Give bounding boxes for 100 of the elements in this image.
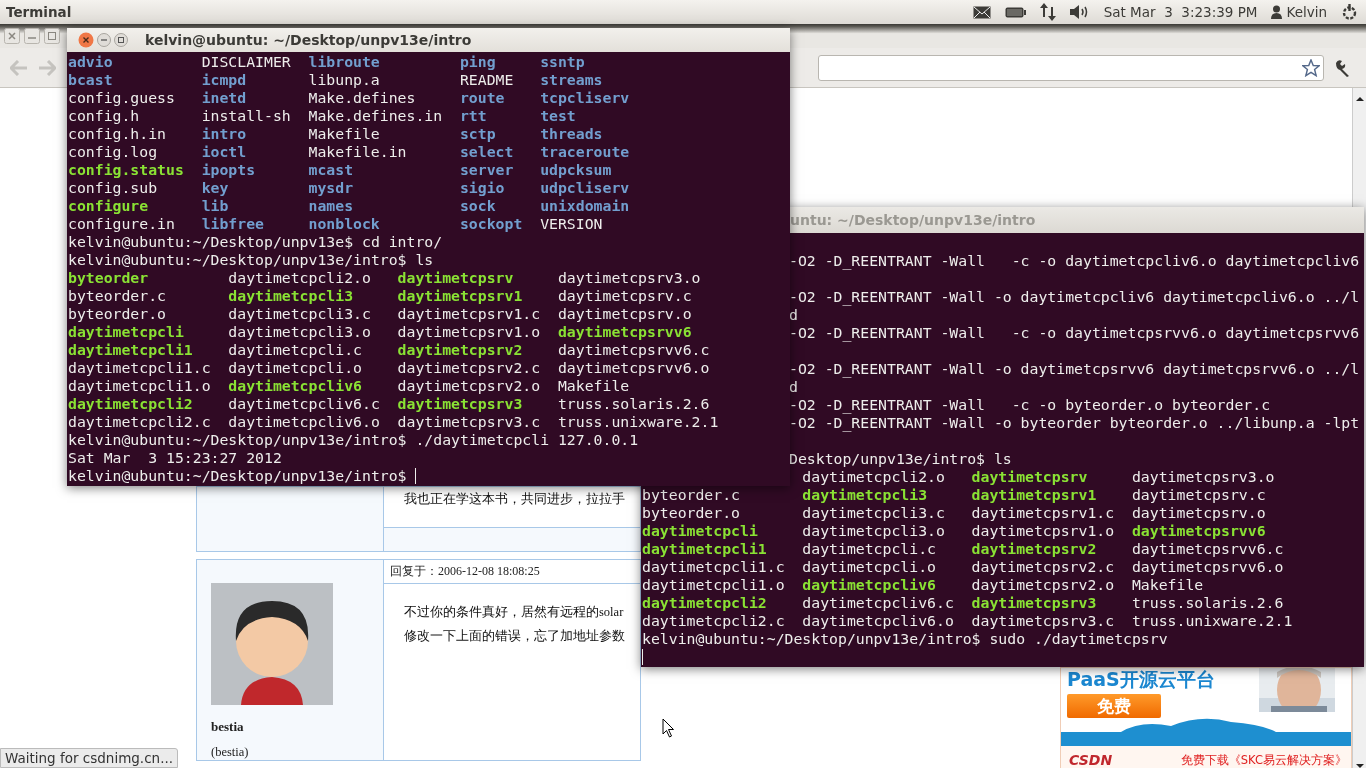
file-name: sctp — [459, 125, 497, 143]
file-name: Makefile.in — [308, 143, 408, 161]
file-name: daytimetcpcli2.o — [802, 468, 946, 486]
maximize-icon[interactable] — [44, 28, 60, 44]
file-name: udpcliserv — [540, 179, 631, 197]
file-name: daytimetcpcli1.c — [68, 359, 212, 377]
close-icon[interactable] — [78, 32, 94, 48]
file-name: daytimetcpsrv1 — [397, 287, 524, 305]
file-name: daytimetcpsrv1.c — [971, 504, 1116, 522]
file-name: daytimetcpcliv6.o — [228, 413, 381, 431]
file-name: truss.solaris.2.6 — [557, 395, 711, 413]
user-icon — [1271, 5, 1283, 19]
file-name: daytimetcpsrvv6.o — [557, 359, 711, 377]
file-name: rtt — [459, 107, 488, 125]
ad-text[interactable]: 免费下载《SKC易云解决方案》 — [1180, 752, 1347, 768]
file-name: daytimetcpsrv3.c — [971, 612, 1116, 630]
file-name: advio — [68, 53, 114, 71]
power-icon[interactable] — [1341, 3, 1358, 21]
file-name: libunp.a — [308, 71, 381, 89]
terminal-line: -O2 -D_REENTRANT -Wall -c -o daytimetcpsrvv6.o daytimetcpsrvv6 — [789, 324, 1360, 342]
file-name: daytimetcpsrvv6.c — [557, 341, 711, 359]
file-name: nonblock — [308, 215, 381, 233]
status-bubble: Waiting for csdnimg.cn... — [0, 748, 179, 768]
wrench-icon[interactable] — [1334, 58, 1352, 77]
volume-icon[interactable] — [1069, 5, 1090, 19]
file-name: config.sub — [68, 179, 159, 197]
terminal-line: -O2 -D_REENTRANT -Wall -o byteorder byteorder.o ../libunp.a -lpt — [789, 414, 1360, 432]
file-name: daytimetcpsrv2 — [397, 341, 524, 359]
maximize-icon[interactable] — [114, 33, 128, 47]
file-name: daytimetcpsrv1.c — [397, 305, 542, 323]
file-name: Makefile — [308, 125, 381, 143]
file-name: traceroute — [540, 143, 631, 161]
file-name: daytimetcpcli1.o — [68, 377, 212, 395]
file-name: daytimetcpcli1 — [642, 540, 768, 558]
post-text: 不过你的条件真好，居然有远程的solar — [404, 604, 625, 621]
clock[interactable]: Sat Mar 3 3:23:39 PM — [1103, 4, 1258, 20]
address-field[interactable] — [818, 54, 1324, 81]
text-cursor — [415, 468, 417, 484]
file-name: unixdomain — [540, 197, 631, 215]
user-name[interactable]: bestia — [211, 719, 244, 735]
post-text: 我也正在学这本书，共同进步，拉拉手 — [404, 491, 626, 508]
file-name: inetd — [201, 89, 248, 107]
file-name: daytimetcpcli.o — [228, 359, 363, 377]
terminal-line: d — [789, 306, 798, 324]
file-name: mysdr — [308, 179, 355, 197]
file-name: daytimetcpsrv3.o — [557, 269, 702, 287]
mail-icon[interactable] — [972, 5, 991, 19]
minimize-icon[interactable] — [97, 33, 111, 47]
file-name: ipopts — [201, 161, 257, 179]
file-name: truss.solaris.2.6 — [1131, 594, 1285, 612]
file-name: sockopt — [459, 215, 524, 233]
file-name: daytimetcpcli3.o — [228, 323, 372, 341]
file-name: VERSION — [540, 215, 604, 233]
user-name[interactable]: Kelvin — [1286, 4, 1327, 20]
file-name: byteorder — [68, 269, 150, 287]
file-name: daytimetcpcli1 — [68, 341, 194, 359]
file-name: daytimetcpcli2.c — [642, 612, 786, 630]
file-name: daytimetcpsrv — [397, 269, 515, 287]
file-name: server — [459, 161, 515, 179]
file-name: daytimetcpcli1.o — [642, 576, 786, 594]
file-name: daytimetcpcli2 — [68, 395, 194, 413]
file-name: daytimetcpsrv.c — [557, 287, 693, 305]
file-name: byteorder.c — [642, 486, 741, 504]
file-name: daytimetcpcli.c — [802, 540, 937, 558]
file-name: configure.in — [68, 215, 176, 233]
file-name: daytimetcpcli3 — [802, 486, 929, 504]
post-text: 修改一下上面的错误，忘了加地址参数 — [404, 628, 626, 645]
file-name: daytimetcpcli — [68, 323, 185, 341]
terminal-line: kelvin@ubuntu:~/Desktop/unpv13e/intro$ ./daytimetcpcli 127.0.0.1 — [68, 431, 639, 449]
file-name: names — [308, 197, 355, 215]
file-name: Make.defines.in — [308, 107, 444, 125]
terminal-line: kelvin@ubuntu:~/Desktop/unpv13e/intro$ ls — [68, 251, 434, 269]
file-name: daytimetcpcliv6.c — [802, 594, 955, 612]
text-cursor — [642, 649, 643, 665]
file-name: config.status — [68, 161, 185, 179]
file-name: daytimetcpsrv3.o — [1131, 468, 1276, 486]
terminal-line: d — [789, 378, 798, 396]
file-name: README — [459, 71, 515, 89]
file-name: daytimetcpcli3.c — [802, 504, 946, 522]
file-name: libfree — [201, 215, 265, 233]
file-name: daytimetcpcli1.c — [642, 558, 786, 576]
star-icon[interactable] — [1302, 58, 1320, 77]
file-name: byteorder.o — [68, 305, 167, 323]
battery-icon[interactable] — [1004, 6, 1026, 18]
file-name: truss.unixware.2.1 — [1131, 612, 1294, 630]
file-name: tcpcliserv — [540, 89, 631, 107]
file-name: lib — [201, 197, 230, 215]
file-name: sock — [459, 197, 497, 215]
advertisement[interactable]: PaaS开源云平台 免费 CSDN 免费下载《SKC易云解决方案》 — [1060, 667, 1352, 768]
file-name: daytimetcpsrv3.c — [397, 413, 542, 431]
file-name: ioctl — [201, 143, 248, 161]
file-name: config.guess — [68, 89, 176, 107]
logo: CSDN — [1069, 752, 1113, 768]
file-name: daytimetcpcliv6 — [802, 576, 937, 594]
file-name: daytimetcpcli2.c — [68, 413, 212, 431]
file-name: daytimetcpsrv1.o — [397, 323, 542, 341]
file-name: mcast — [308, 161, 355, 179]
file-name: daytimetcpcli3 — [228, 287, 355, 305]
app-name: Terminal — [6, 4, 72, 20]
network-icon[interactable] — [1039, 3, 1056, 21]
